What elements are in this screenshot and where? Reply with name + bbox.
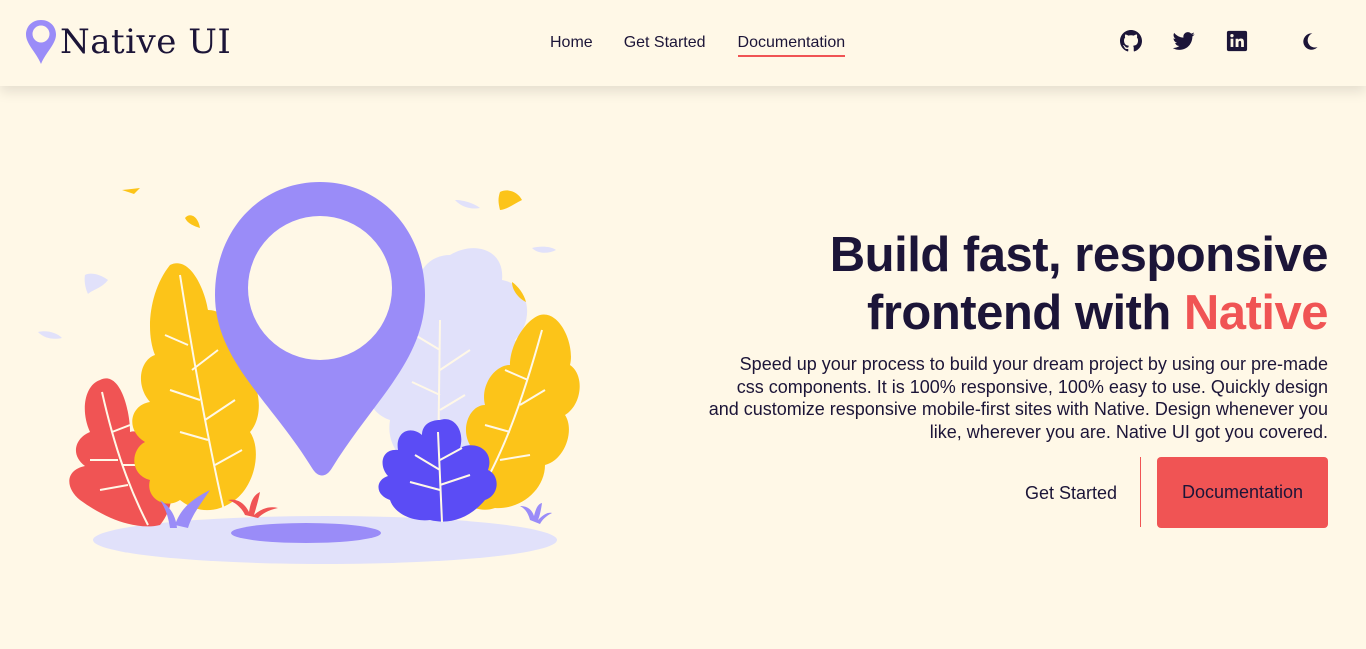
twitter-link[interactable] — [1173, 30, 1195, 54]
theme-toggle-button[interactable] — [1300, 32, 1319, 56]
get-started-button[interactable]: Get Started — [1025, 483, 1117, 503]
hero-title-accent: Native — [1183, 286, 1329, 340]
main-nav: Home Get Started Documentation — [550, 33, 846, 57]
documentation-button[interactable]: Documentation — [1157, 457, 1328, 528]
brand-name: Native UI — [60, 22, 232, 62]
cta-divider — [1140, 457, 1141, 527]
hero-title-line1: Build fast, responsive — [829, 228, 1329, 282]
location-pin-illustration — [38, 182, 580, 564]
github-link[interactable] — [1120, 30, 1142, 54]
nav-link-home[interactable]: Home — [550, 33, 593, 57]
map-pin-icon — [26, 20, 56, 64]
hero-description: Speed up your process to build your drea… — [708, 354, 1328, 442]
nav-link-get-started[interactable]: Get Started — [624, 33, 706, 57]
twitter-icon — [1173, 32, 1195, 50]
github-icon — [1120, 30, 1142, 52]
linkedin-icon — [1226, 30, 1248, 52]
grass-tuft-right — [520, 503, 552, 524]
pin-shadow — [231, 523, 381, 543]
nav-link-documentation[interactable]: Documentation — [737, 33, 846, 57]
linkedin-link[interactable] — [1226, 30, 1248, 54]
hero-title: Build fast, responsive frontend with Nat… — [768, 226, 1329, 342]
brand-logo[interactable]: Native UI — [25, 18, 231, 66]
top-navbar: Native UI Home Get Started Documentation — [0, 0, 1366, 86]
moon-icon — [1303, 33, 1318, 50]
hero-title-line2: frontend with — [867, 286, 1184, 340]
